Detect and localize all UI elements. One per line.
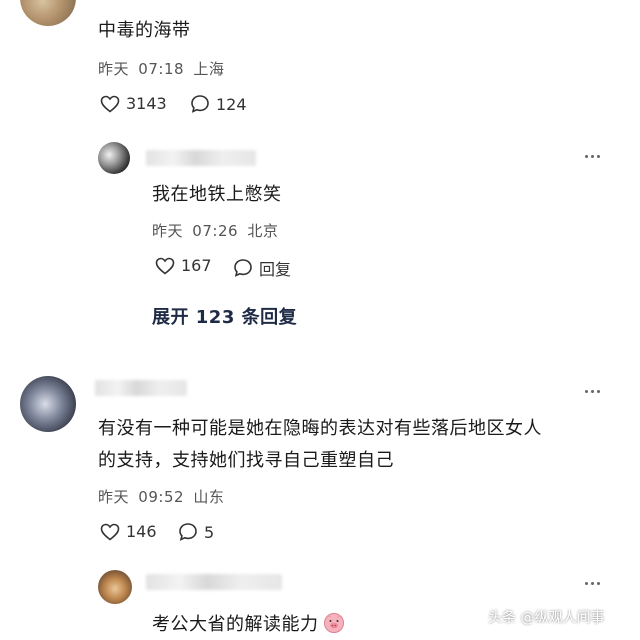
comment-meta: 昨天 07:26 北京 xyxy=(152,220,278,241)
reply-label: 回复 xyxy=(259,260,292,279)
dot-icon xyxy=(597,155,600,158)
reply-count: 124 xyxy=(216,94,247,114)
avatar[interactable] xyxy=(20,376,76,432)
expand-replies-link[interactable]: 展开 123 条回复 xyxy=(152,303,297,329)
dot-icon xyxy=(585,582,588,585)
more-options-button[interactable] xyxy=(585,390,600,393)
comment-text-line: 的支持，支持她们找寻自己重塑自己 xyxy=(98,450,394,471)
dot-icon xyxy=(597,390,600,393)
comment-time: 07:26 xyxy=(192,222,239,240)
comment-date: 昨天 xyxy=(98,60,130,78)
username-blurred xyxy=(95,380,187,396)
comment-meta: 昨天 07:18 上海 xyxy=(98,58,224,79)
like-button[interactable]: 3143 xyxy=(100,94,167,113)
dot-icon xyxy=(591,155,594,158)
comment-location: 山东 xyxy=(193,488,225,506)
comment-date: 昨天 xyxy=(152,222,184,240)
username-blurred xyxy=(146,574,282,590)
more-options-button[interactable] xyxy=(585,155,600,158)
dot-icon xyxy=(585,155,588,158)
comment-location: 北京 xyxy=(247,222,279,240)
comment-time: 09:52 xyxy=(138,488,185,506)
like-count: 167 xyxy=(181,256,212,275)
comment-bubble-icon xyxy=(179,523,197,541)
comment-text-line: 有没有一种可能是她在隐晦的表达对有些落后地区女人 xyxy=(98,418,542,439)
like-button[interactable]: 146 xyxy=(100,522,157,541)
reply-count-button[interactable]: 124 xyxy=(190,94,247,114)
avatar[interactable] xyxy=(98,570,132,604)
avatar[interactable] xyxy=(20,0,76,26)
comment-text: 我在地铁上憋笑 xyxy=(152,184,282,205)
comment-text: 中毒的海带 xyxy=(98,20,191,41)
like-button[interactable]: 167 xyxy=(155,256,212,275)
dot-icon xyxy=(585,390,588,393)
avatar[interactable] xyxy=(98,142,130,174)
username-blurred xyxy=(146,150,256,166)
reply-count-button[interactable]: 5 xyxy=(178,522,214,542)
comment-text-content: 考公大省的解读能力 xyxy=(152,614,319,635)
heart-icon xyxy=(155,257,175,275)
dot-icon xyxy=(591,390,594,393)
comment-bubble-icon xyxy=(191,95,209,113)
pig-face-emoji-icon xyxy=(323,613,344,633)
dot-icon xyxy=(597,582,600,585)
more-options-button[interactable] xyxy=(585,582,600,585)
like-count: 3143 xyxy=(126,94,167,113)
comment-location: 上海 xyxy=(193,60,225,78)
like-count: 146 xyxy=(126,522,157,541)
reply-button[interactable]: 回复 xyxy=(233,256,291,280)
heart-icon xyxy=(100,523,120,541)
comment-bubble-icon xyxy=(234,259,252,277)
comment-date: 昨天 xyxy=(98,488,130,506)
heart-icon xyxy=(100,95,120,113)
comment-time: 07:18 xyxy=(138,60,185,78)
reply-count: 5 xyxy=(204,522,215,542)
comment-text: 考公大省的解读能力 xyxy=(152,610,345,636)
comment-meta: 昨天 09:52 山东 xyxy=(98,486,224,507)
watermark: 头条 @纵观人间事 xyxy=(488,610,605,626)
dot-icon xyxy=(591,582,594,585)
